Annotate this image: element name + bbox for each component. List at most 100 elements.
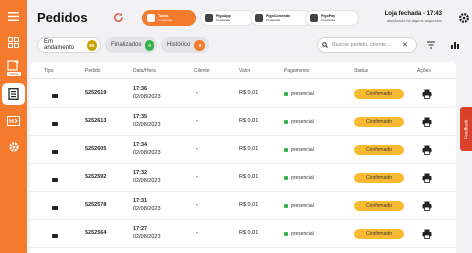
refresh-icon[interactable] [113, 12, 124, 23]
page-title: Pedidos [37, 10, 88, 25]
order-value: R$ 0,01 [239, 230, 259, 236]
payment-label: presencial [291, 202, 314, 209]
store-icon [147, 14, 155, 22]
status-badge[interactable]: Confirmado [354, 201, 404, 211]
source-filter-pigocomendo[interactable]: PigoComendo 0 resposta [250, 10, 312, 26]
order-id: 5252605 [85, 146, 107, 152]
column-header-tipo: Tipo [44, 68, 54, 74]
delivery-type-icon [52, 234, 58, 238]
hamburger-menu-icon[interactable] [0, 6, 27, 26]
payment-badge: presencial [284, 229, 314, 238]
cash-icon [284, 203, 288, 208]
table-row[interactable]: 5252564 17:27 02/08/2023 - R$ 0,01 presencial… [30, 221, 456, 248]
order-date: 02/08/2023 [133, 122, 161, 128]
store-settings-icon[interactable] [458, 12, 470, 24]
add-order-icon[interactable]: NOVO [0, 58, 27, 78]
source-filter-pigopay[interactable]: PigoPay 0 resposta [305, 10, 359, 26]
tab-label: Finalizados [111, 42, 142, 48]
status-badge[interactable]: Confirmado [354, 173, 404, 183]
payment-label: presencial [291, 146, 314, 153]
clear-icon[interactable]: ✕ [402, 42, 408, 49]
cash-icon [284, 119, 288, 124]
order-client: - [196, 118, 198, 124]
status-badge[interactable]: Confirmado [354, 89, 404, 99]
tab-finalizados[interactable]: Finalizados 0 [105, 37, 157, 53]
settings-gear-icon[interactable] [0, 137, 27, 157]
payment-label: presencial [291, 118, 314, 125]
order-date: 02/08/2023 [133, 206, 161, 212]
order-time: 17:36 [133, 86, 148, 92]
status-badge[interactable]: Confirmado [354, 229, 404, 239]
payment-badge: presencial [284, 89, 314, 98]
status-badge[interactable]: Confirmado [354, 117, 404, 127]
cash-icon [284, 91, 288, 96]
order-client: - [196, 90, 198, 96]
column-header-data-hora: Data/Hora [133, 68, 156, 74]
order-time: 17:31 [133, 198, 148, 204]
tab-count-badge: 85 [86, 39, 97, 51]
printer-icon[interactable] [422, 89, 432, 99]
table-row[interactable]: 5252619 17:36 02/08/2023 - R$ 0,01 presencial… [30, 81, 456, 108]
order-date: 02/08/2023 [133, 150, 161, 156]
order-date: 02/08/2023 [133, 178, 161, 184]
svg-text:NOVO: NOVO [9, 72, 19, 76]
order-time: 17:27 [133, 226, 148, 232]
table-row[interactable]: 5252605 17:34 02/08/2023 - R$ 0,01 presencial… [30, 137, 456, 164]
order-id: 5252619 [85, 90, 107, 96]
cash-icon [284, 147, 288, 152]
column-header-valor: Valor [239, 68, 251, 74]
payment-icon [310, 14, 318, 22]
order-value: R$ 0,01 [239, 146, 259, 152]
payment-badge: presencial [284, 201, 314, 210]
delivery-type-icon [52, 122, 58, 126]
dashboard-grid-icon[interactable] [0, 32, 27, 52]
order-client: - [196, 174, 198, 180]
sidebar: NOVO [0, 0, 27, 253]
chart-icon[interactable] [450, 40, 460, 50]
printer-icon[interactable] [422, 173, 432, 183]
order-date: 02/08/2023 [133, 234, 161, 240]
source-count: 0 resposta [266, 18, 281, 22]
order-time: 17:32 [133, 170, 148, 176]
table-row[interactable]: 5252592 17:32 02/08/2023 - R$ 0,01 presencial… [30, 165, 456, 192]
cash-icon [284, 231, 288, 236]
column-header-pedido: Pedido [85, 68, 101, 74]
payment-label: presencial [291, 90, 314, 97]
cash-icon [284, 175, 288, 180]
app-icon [205, 14, 213, 22]
search-box: ✕ [317, 37, 417, 53]
source-filter-todos[interactable]: Todos 4 resposta [142, 10, 196, 26]
printer-icon[interactable] [422, 201, 432, 211]
printer-icon[interactable] [422, 117, 432, 127]
order-id: 5252613 [85, 118, 107, 124]
search-input[interactable] [332, 42, 398, 48]
payment-label: presencial [291, 174, 314, 181]
status-badge[interactable]: Confirmado [354, 145, 404, 155]
kds-icon[interactable] [0, 111, 27, 131]
source-filter-pigoapp[interactable]: PigoApp 0 resposta [200, 10, 254, 26]
table-row[interactable]: 5252613 17:35 02/08/2023 - R$ 0,01 presencial… [30, 109, 456, 136]
payment-badge: presencial [284, 145, 314, 154]
delivery-type-icon [52, 178, 58, 182]
feedback-button[interactable]: Feedback [460, 107, 472, 151]
tab-em-andamento[interactable]: Em andamento 85 [37, 37, 101, 53]
payment-badge: presencial [284, 117, 314, 126]
orders-document-icon[interactable] [2, 83, 25, 105]
store-status: Loja fechada - 17:43 atualizado há algun… [385, 11, 442, 23]
order-value: R$ 0,01 [239, 118, 259, 124]
printer-icon[interactable] [422, 145, 432, 155]
tab-count-badge: 0 [145, 39, 154, 51]
order-value: R$ 0,01 [239, 90, 259, 96]
tab-historico[interactable]: Histórico 0 [161, 37, 209, 53]
store-status-text: Loja fechada - 17:43 [384, 11, 442, 17]
header: Pedidos Todos 4 resposta PigoApp 0 respost… [27, 0, 472, 35]
printer-icon[interactable] [422, 229, 432, 239]
source-count: 4 resposta [158, 18, 173, 22]
source-count: 0 resposta [216, 18, 231, 22]
source-count: 0 resposta [321, 18, 336, 22]
tabs-row: Em andamento 85 Finalizados 0 Histórico … [27, 35, 472, 55]
delivery-type-icon [52, 94, 58, 98]
filter-icon[interactable] [426, 40, 436, 50]
table-row[interactable]: 5252578 17:31 02/08/2023 - R$ 0,01 presencial… [30, 193, 456, 220]
delivery-type-icon [52, 206, 58, 210]
